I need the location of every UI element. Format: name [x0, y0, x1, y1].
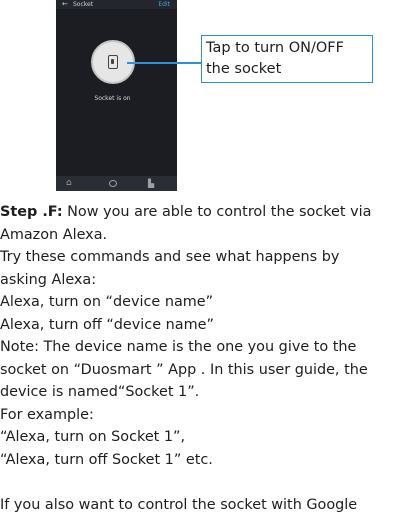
text-line: Alexa, turn off “device name”: [0, 316, 214, 333]
step-label: Step .F:: [0, 204, 63, 220]
socket-status-text: Socket is on: [94, 95, 131, 102]
text-line: Try these commands and see what happens …: [0, 249, 340, 265]
instructions: Step .F: Now you are able to control the…: [0, 201, 417, 516]
scene-icon[interactable]: [109, 180, 117, 187]
edit-button[interactable]: Edit: [158, 0, 170, 9]
text-line: For example:: [0, 406, 94, 423]
callout-box: Tap to turn ON/OFF the socket: [201, 35, 373, 83]
text-line: socket on “Duosmart ” App . In this user…: [0, 361, 368, 378]
step-line: Step .F: Now you are able to control the…: [0, 201, 417, 224]
text-line: asking Alexa:: [0, 271, 97, 288]
text-line: “Alexa, turn on Socket 1”,: [0, 429, 186, 445]
step-text: Now you are able to control the socket v…: [62, 204, 372, 220]
text-line: If you also want to control the socket w…: [0, 496, 358, 513]
home-icon[interactable]: ⌂: [66, 178, 72, 189]
app-header: ← Socket Edit: [56, 0, 177, 9]
text-line: device is named“Socket 1”.: [0, 384, 200, 400]
callout-connector: [127, 62, 201, 64]
back-arrow-icon[interactable]: ←: [62, 0, 68, 9]
text-line: Amazon Alexa.: [0, 226, 108, 243]
text-line: Alexa, turn on “device name”: [0, 294, 214, 310]
text-line: “Alexa, turn off Socket 1” etc.: [0, 451, 213, 468]
plug-icon: [108, 55, 118, 69]
text-line: Note: The device name is the one you giv…: [0, 339, 357, 355]
app-title: Socket: [73, 1, 94, 8]
me-icon[interactable]: ▙: [148, 178, 154, 189]
tab-bar: ⌂ ▙: [56, 176, 177, 191]
app-screenshot: ← Socket Edit Socket is on ⌂ ▙: [56, 0, 177, 191]
